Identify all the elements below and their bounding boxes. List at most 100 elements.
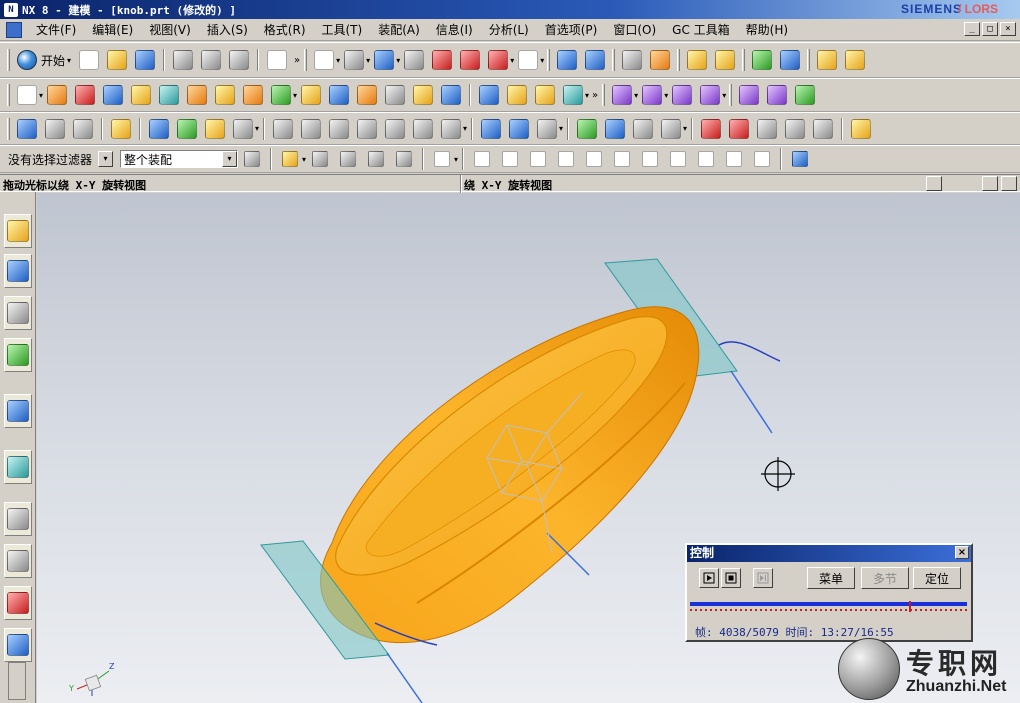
cut-button[interactable] — [170, 47, 196, 73]
hole-button[interactable] — [156, 82, 182, 108]
menu-button[interactable]: 菜单 — [807, 567, 855, 589]
menu-gc-toolbox[interactable]: GC 工具箱 — [664, 21, 738, 38]
resource-tab-info[interactable] — [4, 394, 32, 428]
toolbar-grip[interactable] — [612, 49, 616, 71]
cylinder-joint-button[interactable] — [478, 116, 504, 142]
toolbar-grip[interactable] — [7, 117, 10, 140]
select-body-button[interactable] — [363, 146, 389, 172]
full-screen-icon[interactable] — [982, 176, 998, 191]
position-button[interactable]: 定位 — [913, 567, 961, 589]
snap-point-button[interactable] — [693, 146, 719, 172]
resource-tab-history[interactable] — [4, 502, 32, 536]
layer-button[interactable] — [619, 47, 645, 73]
next-frame-button[interactable] — [753, 568, 773, 588]
edit-object-button[interactable] — [684, 47, 710, 73]
axis-button[interactable] — [658, 116, 684, 142]
snap-quadrant-button[interactable] — [665, 146, 691, 172]
gs-continuity-button[interactable] — [326, 116, 352, 142]
unite-button[interactable] — [268, 82, 294, 108]
chamfer-button[interactable] — [354, 82, 380, 108]
resource-tab-reuse-library[interactable] — [4, 338, 32, 372]
toolbar-grip[interactable] — [547, 49, 551, 71]
undo-button[interactable] — [264, 47, 290, 73]
rectangle-select-button[interactable] — [429, 146, 455, 172]
menu-insert[interactable]: 插入(S) — [199, 21, 256, 38]
snap-curve-button[interactable] — [581, 146, 607, 172]
spring-button[interactable] — [506, 116, 532, 142]
toolbar-grip[interactable] — [7, 49, 10, 71]
paste-button[interactable] — [226, 47, 252, 73]
resource-tab-color-palette[interactable] — [4, 586, 32, 620]
restore-button[interactable]: □ — [982, 22, 998, 36]
guide-curve-lower[interactable] — [386, 652, 423, 703]
mirror-button[interactable] — [504, 82, 530, 108]
gh-continuity-button[interactable] — [382, 116, 408, 142]
delete-face-button[interactable] — [669, 82, 695, 108]
drafting-button[interactable] — [230, 116, 256, 142]
open-button[interactable] — [104, 47, 130, 73]
lightning-button[interactable] — [848, 116, 874, 142]
toolbar-grip[interactable] — [807, 49, 811, 71]
toolbar-grip[interactable] — [742, 49, 746, 71]
offset-button[interactable] — [410, 82, 436, 108]
snap-midpoint-button[interactable] — [553, 146, 579, 172]
blend-button[interactable] — [326, 82, 352, 108]
studio-button[interactable] — [792, 82, 818, 108]
wcs-button[interactable] — [554, 47, 580, 73]
draft-button[interactable] — [382, 82, 408, 108]
close-button[interactable]: × — [1000, 22, 1016, 36]
check-button[interactable] — [574, 116, 600, 142]
shell-button[interactable] — [298, 82, 324, 108]
fast-forward-button[interactable] — [782, 116, 808, 142]
assembly-scope-dropdown[interactable]: 整个装配 ▾ — [120, 150, 238, 168]
guide-curve-right[interactable] — [730, 370, 773, 434]
resource-tab-web-browser[interactable] — [4, 450, 32, 484]
toolbar-grip[interactable] — [677, 49, 681, 71]
menu-information[interactable]: 信息(I) — [428, 21, 481, 38]
menu-window[interactable]: 窗口(O) — [605, 21, 664, 38]
revolve-button[interactable] — [72, 82, 98, 108]
resource-tab-roles[interactable] — [4, 628, 32, 662]
menu-preferences[interactable]: 首选项(P) — [537, 21, 606, 38]
menu-view[interactable]: 视图(V) — [141, 21, 199, 38]
select-general-button[interactable] — [239, 146, 265, 172]
motion-button[interactable] — [749, 47, 775, 73]
clip-button[interactable] — [485, 47, 511, 73]
eraser-button[interactable] — [108, 116, 134, 142]
resource-tab-part-navigator[interactable] — [4, 296, 32, 330]
angle-button[interactable] — [842, 47, 868, 73]
results-button[interactable] — [630, 116, 656, 142]
dialog-title-bar[interactable]: 控制 × — [687, 545, 971, 562]
select-curve-button[interactable] — [307, 146, 333, 172]
shading-button[interactable] — [401, 47, 427, 73]
assembly-constraint-button[interactable] — [174, 116, 200, 142]
play-button[interactable] — [754, 116, 780, 142]
menu-help[interactable]: 帮助(H) — [738, 21, 796, 38]
resource-tab-assembly-navigator[interactable] — [4, 214, 32, 248]
resource-tab-constraint-navigator[interactable] — [4, 254, 32, 288]
prompt-button[interactable] — [926, 176, 942, 191]
snap-3d-button[interactable] — [787, 146, 813, 172]
snap-button[interactable] — [712, 47, 738, 73]
surface-button[interactable] — [736, 82, 762, 108]
sketch-button[interactable] — [14, 82, 40, 108]
resource-bar-scrollbar[interactable] — [8, 662, 26, 700]
synchronous-button[interactable] — [609, 82, 635, 108]
sew-button[interactable] — [560, 82, 586, 108]
menu-edit[interactable]: 编辑(E) — [84, 21, 141, 38]
minimize-button[interactable]: _ — [964, 22, 980, 36]
start-button[interactable]: 开始 ▾ — [13, 47, 75, 73]
background-button[interactable] — [515, 47, 541, 73]
select-face-button[interactable] — [335, 146, 361, 172]
selection-filter-dropdown[interactable]: 没有选择过滤器 ▾ — [4, 150, 114, 168]
curvature-button[interactable] — [270, 116, 296, 142]
move-button[interactable] — [582, 47, 608, 73]
layers-button[interactable] — [42, 116, 68, 142]
new-button[interactable] — [76, 47, 102, 73]
menu-file[interactable]: 文件(F) — [28, 21, 84, 38]
deviation-button[interactable] — [438, 116, 464, 142]
simulate-button[interactable] — [777, 47, 803, 73]
orient-view-button[interactable] — [371, 47, 397, 73]
snap-line-button[interactable] — [525, 146, 551, 172]
rotate-view-button[interactable] — [341, 47, 367, 73]
